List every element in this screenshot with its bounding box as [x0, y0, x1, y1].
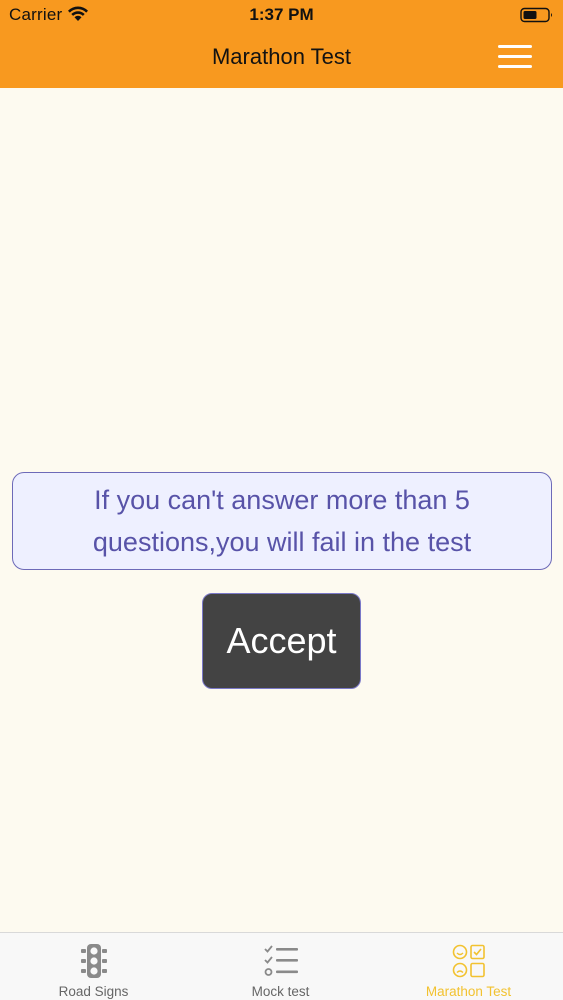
tab-label: Mock test: [251, 984, 310, 999]
menu-button[interactable]: [494, 42, 536, 72]
tab-road-signs[interactable]: Road Signs: [0, 933, 187, 1000]
page-title: Marathon Test: [211, 44, 351, 69]
battery-icon: [520, 7, 552, 23]
tab-bar: Road Signs Mock test Marathon Test: [0, 932, 563, 1000]
warning-message: If you can't answer more than 5 question…: [12, 472, 552, 570]
checklist-icon: [263, 945, 298, 976]
status-bar: Carrier 1:37 PM: [0, 0, 563, 30]
tab-marathon-test[interactable]: Marathon Test: [375, 933, 562, 1000]
accept-button[interactable]: Accept: [202, 593, 361, 689]
tab-label: Road Signs: [58, 984, 129, 999]
tab-label: Marathon Test: [425, 984, 512, 999]
quiz-grid-icon: [452, 944, 485, 978]
header: Carrier 1:37 PM Marathon Test: [0, 0, 563, 88]
hamburger-menu-icon: [498, 45, 532, 48]
clock: 1:37 PM: [249, 5, 314, 24]
traffic-light-icon: [80, 944, 107, 978]
tab-mock-test[interactable]: Mock test: [187, 933, 374, 1000]
